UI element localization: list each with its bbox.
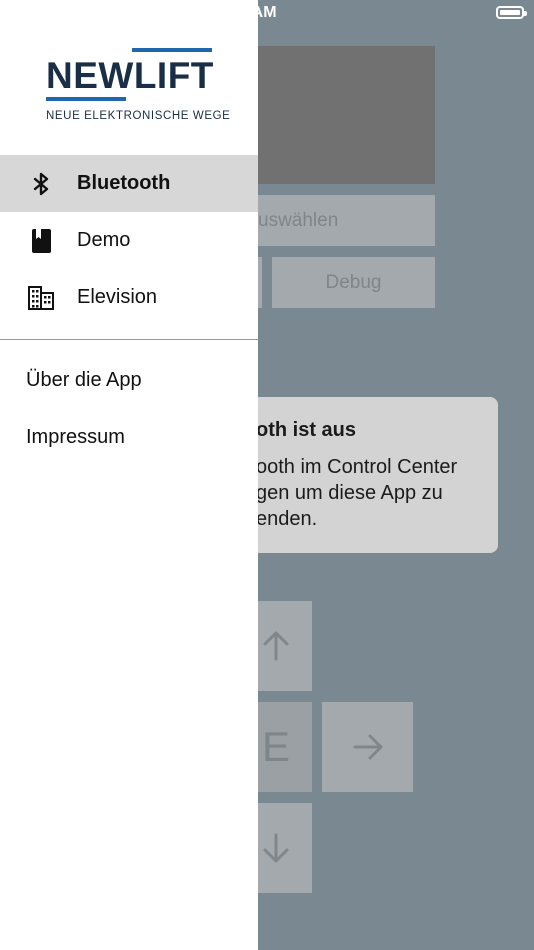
arrow-right-button[interactable] — [322, 702, 413, 792]
menu-item-bluetooth[interactable]: Bluetooth — [0, 155, 258, 212]
arrow-up-icon — [263, 631, 289, 661]
bluetooth-off-alert: oth ist aus ooth im Control Center gen u… — [236, 397, 498, 553]
center-button-label: E — [261, 723, 290, 770]
link-impressum[interactable]: Impressum — [26, 426, 125, 449]
battery-icon — [496, 6, 527, 19]
menu-item-demo[interactable]: Demo — [0, 212, 258, 269]
menu-item-label: Bluetooth — [77, 172, 171, 194]
debug-button-label: Debug — [325, 271, 382, 293]
logo-top-bar — [132, 48, 212, 52]
bluetooth-icon — [28, 171, 54, 197]
link-about-app[interactable]: Über die App — [26, 369, 142, 392]
alert-title: oth ist aus — [256, 419, 357, 441]
drawer-divider — [0, 339, 258, 340]
book-icon — [28, 228, 54, 254]
alert-message: ooth im Control Center gen um diese App … — [256, 456, 458, 530]
logo-brand: NEWLIFT — [46, 55, 214, 96]
logo-bottom-bar — [46, 97, 126, 101]
select-button[interactable]: uswählen — [246, 195, 435, 246]
building-icon — [28, 285, 54, 311]
preview-area — [246, 46, 435, 184]
newlift-logo: NEWLIFT NEUE ELEKTRONISCHE WEGE — [46, 48, 230, 126]
logo-tagline: NEUE ELEKTRONISCHE WEGE — [46, 110, 231, 122]
select-button-label: uswählen — [258, 209, 339, 231]
menu-item-label: Demo — [77, 229, 131, 251]
arrow-down-icon — [263, 833, 289, 863]
navigation-drawer: NEWLIFT NEUE ELEKTRONISCHE WEGE Bluetoot… — [0, 0, 258, 950]
menu-item-label: Elevision — [77, 286, 158, 308]
arrow-right-icon — [353, 734, 382, 760]
menu-item-elevision[interactable]: Elevision — [0, 269, 258, 326]
debug-button[interactable]: Debug — [272, 257, 435, 308]
